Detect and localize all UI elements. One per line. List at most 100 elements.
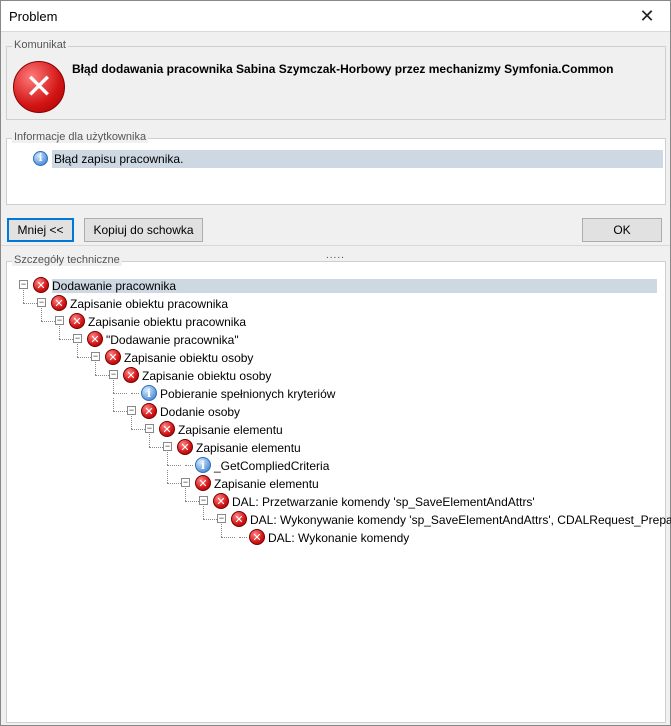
tree-node[interactable]: i _GetCompliedCriteria	[7, 452, 657, 474]
tree-node[interactable]: − ✕ "Dodawanie pracownika"	[7, 326, 657, 348]
copy-to-clipboard-button[interactable]: Kopiuj do schowka	[84, 218, 203, 242]
tree-node[interactable]: − ✕ Zapisanie elementu	[7, 434, 657, 456]
close-icon: ✕	[639, 6, 655, 26]
tree-node-label: Dodanie osoby	[160, 405, 241, 419]
tree-connector	[23, 290, 24, 303]
tree-connector	[77, 344, 78, 357]
splitter-grip[interactable]: .....	[326, 250, 345, 261]
tree-node-label: "Dodawanie pracownika"	[106, 333, 239, 347]
tree-connector	[95, 362, 96, 375]
tree-node-label: DAL: Przetwarzanie komendy 'sp_SaveEleme…	[232, 495, 535, 509]
tree-connector	[167, 465, 181, 466]
info-icon: i	[195, 457, 211, 473]
error-icon: ✕	[159, 421, 175, 437]
collapse-icon[interactable]: −	[127, 406, 136, 415]
tree-node[interactable]: i Pobieranie spełnionych kryteriów	[7, 380, 657, 402]
tree-connector	[131, 416, 132, 429]
tree-connector	[41, 308, 42, 321]
tree-node[interactable]: − ✕ DAL: Przetwarzanie komendy 'sp_SaveEle…	[7, 488, 657, 510]
tree-connector	[95, 375, 109, 376]
tree-connector	[185, 465, 193, 466]
collapse-icon[interactable]: −	[37, 298, 46, 307]
collapse-icon[interactable]: −	[163, 442, 172, 451]
error-icon: ✕	[51, 295, 67, 311]
user-info-legend: Informacje dla użytkownika	[12, 131, 149, 143]
tree-connector	[77, 357, 91, 358]
tree-node[interactable]: ✕ DAL: Wykonanie komendy	[7, 524, 657, 546]
tree-node[interactable]: − ✕ Zapisanie obiektu osoby	[7, 344, 657, 366]
info-icon: i	[33, 151, 48, 166]
error-message: Błąd dodawania pracownika Sabina Szymcza…	[72, 62, 614, 76]
ok-button[interactable]: OK	[582, 218, 662, 242]
tree-connector	[131, 393, 139, 394]
tree-connector	[113, 393, 127, 394]
tree-node[interactable]: − ✕ Dodawanie pracownika	[7, 276, 657, 294]
tree-connector	[185, 501, 199, 502]
problem-dialog: Problem ✕ Komunikat ✕ Błąd dodawania pra…	[0, 0, 671, 726]
tree-node[interactable]: − ✕ Dodanie osoby	[7, 398, 657, 420]
collapse-icon[interactable]: −	[199, 496, 208, 505]
tree-node-label: Zapisanie elementu	[214, 477, 319, 491]
tree-node[interactable]: − ✕ Zapisanie elementu	[7, 470, 657, 492]
tree-node-label: Zapisanie obiektu pracownika	[70, 297, 229, 311]
collapse-icon[interactable]: −	[109, 370, 118, 379]
error-icon: ✕	[231, 511, 247, 527]
error-icon: ✕	[213, 493, 229, 509]
error-icon: ✕	[69, 313, 85, 329]
tree-connector	[149, 447, 163, 448]
collapse-icon[interactable]: −	[145, 424, 154, 433]
tree-connector	[167, 452, 168, 465]
tree-connector	[113, 411, 127, 412]
error-icon: ✕	[105, 349, 121, 365]
collapse-icon[interactable]: −	[91, 352, 100, 361]
tree-connector	[113, 380, 114, 393]
tree-node[interactable]: − ✕ Zapisanie elementu	[7, 416, 657, 438]
tree-node[interactable]: − ✕ Zapisanie obiektu pracownika	[7, 290, 657, 312]
tree-connector	[221, 524, 222, 537]
user-info-highlight[interactable]: Błąd zapisu pracownika.	[52, 150, 663, 168]
tree-node-label: _GetCompliedCriteria	[214, 459, 330, 473]
tree-node-label: Zapisanie obiektu osoby	[142, 369, 272, 383]
tree-connector	[23, 303, 37, 304]
error-icon: ✕	[195, 475, 211, 491]
tree-connector	[167, 483, 181, 484]
komunikat-group: Komunikat ✕ Błąd dodawania pracownika Sa…	[6, 39, 666, 120]
technical-details-legend: Szczegóły techniczne	[12, 254, 122, 266]
tree-node[interactable]: − ✕ Zapisanie obiektu osoby	[7, 362, 657, 384]
collapse-icon[interactable]: −	[181, 478, 190, 487]
close-button[interactable]: ✕	[624, 1, 670, 32]
divider	[1, 245, 670, 246]
tree-connector	[239, 537, 247, 538]
collapse-icon[interactable]: −	[19, 280, 28, 289]
collapse-icon[interactable]: −	[55, 316, 64, 325]
tree-node[interactable]: − ✕ Zapisanie obiektu pracownika	[7, 308, 657, 330]
tree-connector	[113, 398, 114, 411]
technical-details-tree: Szczegóły techniczne − ✕ Dodawanie pracown…	[6, 254, 671, 723]
collapse-icon[interactable]: −	[73, 334, 82, 343]
tree-connector	[59, 326, 60, 339]
tree-node-label: Zapisanie obiektu osoby	[124, 351, 254, 365]
info-icon: i	[141, 385, 157, 401]
error-icon: ✕	[13, 61, 65, 113]
tree-node-label: Pobieranie spełnionych kryteriów	[160, 387, 336, 401]
error-icon: ✕	[87, 331, 103, 347]
tree-connector	[41, 321, 55, 322]
tree-connector	[131, 429, 145, 430]
tree-connector	[221, 537, 235, 538]
tree-node-label: Zapisanie elementu	[196, 441, 301, 455]
tree-connector	[203, 506, 204, 519]
komunikat-legend: Komunikat	[12, 39, 68, 51]
tree-connector	[203, 519, 217, 520]
tree-node[interactable]: − ✕ DAL: Wykonywanie komendy 'sp_SaveEleme…	[7, 506, 671, 528]
tree-connector	[149, 434, 150, 447]
tree-node-label: DAL: Wykonywanie komendy 'sp_SaveElement…	[250, 513, 671, 527]
tree-connector	[185, 488, 186, 501]
tree-node-label: Dodawanie pracownika	[52, 279, 657, 293]
tree-connector	[167, 470, 168, 483]
error-icon: ✕	[123, 367, 139, 383]
title-bar: Problem ✕	[1, 1, 670, 32]
error-icon: ✕	[33, 277, 49, 293]
less-button[interactable]: Mniej <<	[7, 218, 74, 242]
collapse-icon[interactable]: −	[217, 514, 226, 523]
tree-node-label: DAL: Wykonanie komendy	[268, 531, 410, 545]
